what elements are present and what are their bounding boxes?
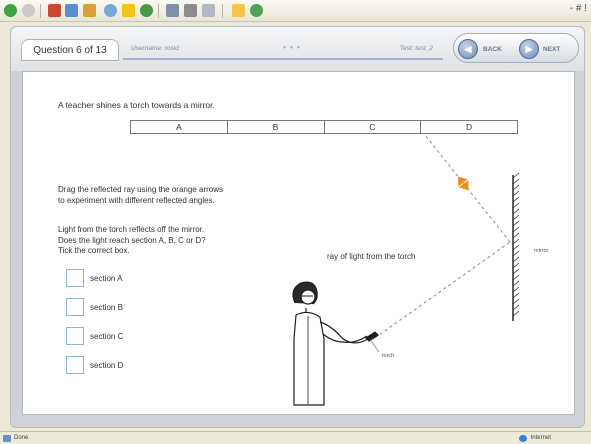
test-header: Question 6 of 13 Username: rosid • • • T… [11, 27, 584, 71]
section-cell: B [228, 121, 325, 133]
option-label: section D [90, 360, 124, 370]
ray-label: ray of light from the torch [327, 252, 416, 261]
toolbar-separator [40, 4, 41, 18]
option-section-d[interactable]: section D [66, 356, 123, 374]
mirror-hatch-line [512, 304, 520, 311]
refresh-icon[interactable] [65, 4, 78, 17]
question-panel: A teacher shines a torch towards a mirro… [22, 71, 575, 415]
checkbox[interactable] [66, 269, 84, 287]
test-frame: Question 6 of 13 Username: rosid • • • T… [10, 26, 585, 428]
instruction-line: Drag the reflected ray using the orange … [58, 185, 223, 194]
section-cell: A [131, 121, 228, 133]
separator-dots: • • • [283, 43, 301, 52]
teacher-figure [292, 281, 379, 406]
section-strip: A B C D [130, 120, 518, 134]
mirror-hatch-line [512, 244, 520, 251]
favorites-icon[interactable] [122, 4, 135, 17]
section-cell: C [325, 121, 422, 133]
section-cell: D [466, 122, 473, 132]
mirror-hatch-line [512, 196, 520, 203]
mirror-hatch-line [512, 274, 520, 281]
question-text: Light from the torch reflects off the mi… [58, 225, 206, 257]
mirror-hatch-line [512, 220, 520, 227]
edit-icon[interactable] [202, 4, 215, 17]
search-icon[interactable] [104, 4, 117, 17]
mirror-hatch-line [512, 226, 520, 233]
torch-label: torch [382, 353, 395, 359]
question-tab: Question 6 of 13 [21, 39, 119, 61]
next-button-label: NEXT [543, 45, 561, 53]
arrow-right-icon: ▶ [519, 39, 539, 59]
question-line: Tick the correct box. [58, 246, 130, 255]
status-text: Done [14, 435, 29, 441]
back-button[interactable]: ◀ BACK [458, 38, 502, 60]
option-section-a[interactable]: section A [66, 269, 122, 287]
header-info-bar: Username: rosid • • • Test: test_2 [123, 40, 443, 60]
option-section-c[interactable]: section C [66, 327, 123, 345]
mirror [512, 172, 520, 321]
navigation-pill: ◀ BACK ▶ NEXT [453, 33, 579, 63]
option-section-b[interactable]: section B [66, 298, 123, 316]
arrow-left-icon: ◀ [458, 39, 478, 59]
mirror-hatch-line [512, 256, 520, 263]
zone-text: Internet [530, 435, 551, 441]
mirror-hatch-line [512, 214, 520, 221]
mirror-hatch-line [512, 190, 520, 197]
mirror-hatch-line [512, 208, 520, 215]
mirror-hatch-line [512, 310, 520, 317]
toolbar-separator [222, 4, 223, 18]
mirror-hatch-line [512, 232, 520, 239]
mirror-hatch-line [512, 262, 520, 269]
folder-icon[interactable] [232, 4, 245, 17]
browser-toolbar: - # ! [0, 0, 591, 22]
instruction-line: to experiment with different reflected a… [58, 195, 215, 205]
page-icon [3, 435, 11, 442]
torch-pointer [369, 338, 380, 353]
option-label: section A [90, 273, 123, 283]
mirror-hatch-line [512, 292, 520, 299]
mail-icon[interactable] [166, 4, 179, 17]
drag-instruction: Drag the reflected ray using the orange … [58, 185, 223, 206]
test-name-label: Test: test_2 [399, 45, 433, 52]
mirror-hatch-line [512, 268, 520, 275]
mirror-hatch-line [512, 184, 520, 191]
print-icon[interactable] [184, 4, 197, 17]
question-line: Light from the torch reflects off the mi… [58, 225, 205, 234]
back-icon[interactable] [4, 4, 17, 17]
mirror-hatch-line [512, 238, 520, 245]
username-label: Username: rosid [131, 45, 179, 52]
window-controls[interactable]: - # ! [570, 3, 587, 14]
back-button-label: BACK [483, 45, 502, 53]
checkbox[interactable] [66, 356, 84, 374]
toolbar-separator [158, 4, 159, 18]
status-bar: Done Internet [0, 431, 591, 444]
forward-icon[interactable] [22, 4, 35, 17]
mirror-hatch-line [512, 250, 520, 257]
question-line: Does the light reach section A, B, C or … [58, 235, 206, 245]
mirror-hatch-line [512, 298, 520, 305]
option-label: section B [90, 302, 123, 312]
home-icon[interactable] [83, 4, 96, 17]
option-label: section C [90, 331, 124, 341]
question-intro: A teacher shines a torch towards a mirro… [58, 100, 215, 110]
checkbox[interactable] [66, 327, 84, 345]
mirror-hatch-line [512, 172, 520, 179]
stop-icon[interactable] [48, 4, 61, 17]
mirror-hatch-line [512, 280, 520, 287]
checkbox[interactable] [66, 298, 84, 316]
history-icon[interactable] [140, 4, 153, 17]
globe-icon [519, 435, 527, 442]
mirror-hatch-line [512, 178, 520, 185]
messenger-icon[interactable] [250, 4, 263, 17]
mirror-label: mirror [534, 248, 549, 254]
next-button[interactable]: ▶ NEXT [519, 38, 560, 60]
mirror-hatch-line [512, 202, 520, 209]
mirror-hatch-line [512, 286, 520, 293]
